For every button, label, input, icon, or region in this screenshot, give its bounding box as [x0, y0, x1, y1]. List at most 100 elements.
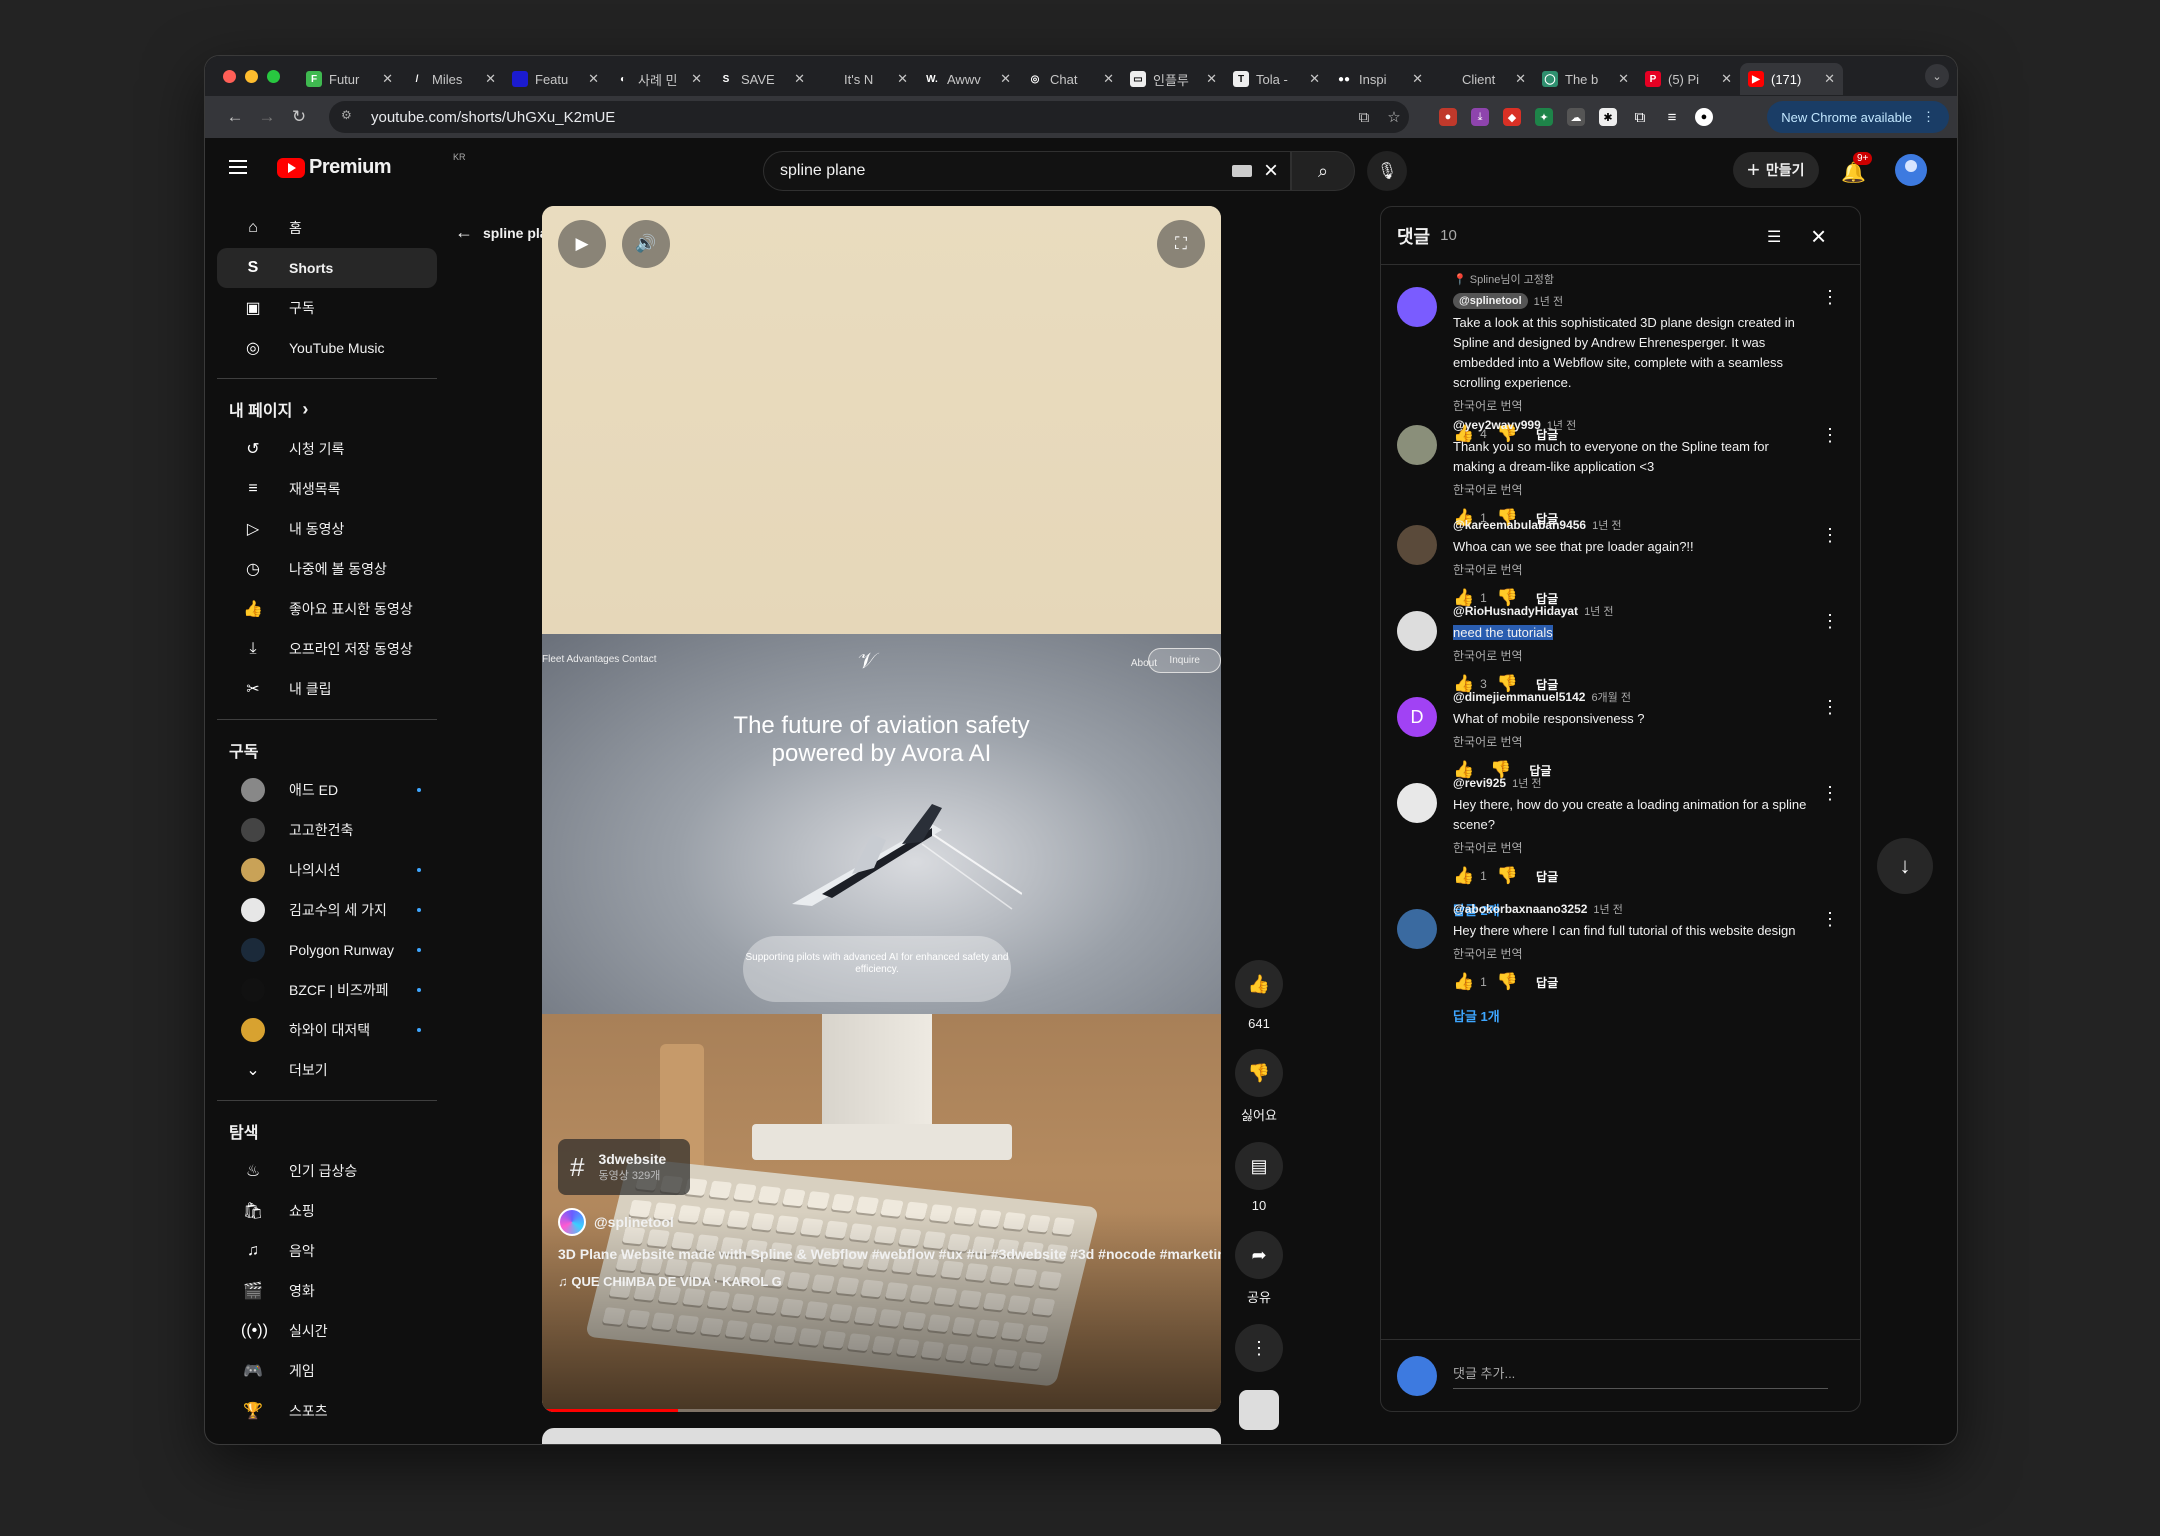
- forward-arrow-icon[interactable]: →: [251, 107, 283, 127]
- tab-close-icon[interactable]: ✕: [1412, 71, 1423, 87]
- sidebar-item[interactable]: ⤓ 오프라인 저장 동영상: [217, 629, 437, 669]
- translate-link[interactable]: 한국어로 번역: [1453, 839, 1813, 856]
- sidebar-item[interactable]: 🎬 영화: [217, 1271, 437, 1311]
- sidebar-item[interactable]: S Shorts: [217, 248, 437, 288]
- subscription-item[interactable]: 하와이 대저택: [217, 1010, 437, 1050]
- site-settings-icon[interactable]: ⚙: [341, 108, 359, 126]
- tab-close-icon[interactable]: ✕: [1206, 71, 1217, 87]
- account-avatar[interactable]: [1895, 154, 1927, 186]
- extension-shield-icon[interactable]: ◆: [1503, 108, 1521, 126]
- sidebar-item[interactable]: ✂ 내 클립: [217, 669, 437, 709]
- sidebar-item[interactable]: ◷ 나중에 볼 동영상: [217, 549, 437, 589]
- subscription-item[interactable]: 고고한건축: [217, 810, 437, 850]
- minimize-window-button[interactable]: [245, 69, 258, 83]
- channel-avatar[interactable]: [558, 1208, 586, 1236]
- subscription-item[interactable]: 나의시선: [217, 850, 437, 890]
- translate-link[interactable]: 한국어로 번역: [1453, 945, 1813, 962]
- tab-close-icon[interactable]: ✕: [1515, 71, 1526, 87]
- address-bar[interactable]: ⚙ youtube.com/shorts/UhGXu_K2mUE ⧉ ☆: [329, 101, 1409, 133]
- search-value[interactable]: spline plane: [780, 162, 1232, 180]
- sidebar-item[interactable]: ≡ 재생목록: [217, 469, 437, 509]
- tab-search-button[interactable]: ⌄: [1925, 64, 1949, 88]
- reply-button[interactable]: 답글: [1536, 974, 1558, 991]
- sidebar-item[interactable]: ⌂ 홈: [217, 208, 437, 248]
- tab-close-icon[interactable]: ✕: [1103, 71, 1114, 87]
- extension-purple-icon[interactable]: ⤓: [1471, 108, 1489, 126]
- clear-search-icon[interactable]: ×: [1264, 157, 1278, 185]
- youtube-premium-logo[interactable]: Premium KR: [277, 152, 466, 179]
- comment-avatar[interactable]: [1397, 287, 1437, 327]
- reply-button[interactable]: 답글: [1536, 868, 1558, 885]
- comment-time[interactable]: 1년 전: [1512, 775, 1541, 791]
- reload-icon[interactable]: ↻: [283, 107, 315, 127]
- back-arrow-icon[interactable]: ←: [219, 107, 251, 127]
- sidebar-item[interactable]: ▷ 내 동영상: [217, 509, 437, 549]
- close-window-button[interactable]: [223, 69, 236, 83]
- tab-close-icon[interactable]: ✕: [1000, 71, 1011, 87]
- comment-time[interactable]: 1년 전: [1584, 603, 1613, 619]
- browser-tab[interactable]: / Miles ✕: [401, 63, 504, 95]
- comment-author[interactable]: @abokorbaxnaano3252: [1453, 902, 1587, 916]
- comments-button[interactable]: ▤: [1235, 1142, 1283, 1190]
- sidebar-item[interactable]: ♫ 음악: [217, 1231, 437, 1271]
- browser-tab[interactable]: ◯ The b ✕: [1534, 63, 1637, 95]
- more-vertical-icon[interactable]: ⋮: [1821, 525, 1839, 546]
- tab-close-icon[interactable]: ✕: [794, 71, 805, 87]
- profile-icon[interactable]: ●: [1695, 108, 1713, 126]
- menu-hamburger-icon[interactable]: [229, 160, 247, 174]
- extension-red-icon[interactable]: ●: [1439, 108, 1457, 126]
- notifications-bell-icon[interactable]: 🔔 9+: [1841, 152, 1873, 185]
- browser-tab[interactable]: P (5) Pi ✕: [1637, 63, 1740, 95]
- subscription-item[interactable]: 애드 ED: [217, 770, 437, 810]
- thumbs-down-icon[interactable]: 👎: [1497, 866, 1518, 886]
- mute-button[interactable]: 🔊: [622, 220, 670, 268]
- sidebar-item[interactable]: 🛍 쇼핑: [217, 1191, 437, 1231]
- comment-avatar[interactable]: [1397, 783, 1437, 823]
- next-video-button[interactable]: ↓: [1877, 838, 1933, 894]
- comment-time[interactable]: 1년 전: [1534, 293, 1563, 309]
- create-button[interactable]: + 만들기: [1733, 152, 1819, 188]
- sidebar-item[interactable]: ((•)) 실시간: [217, 1311, 437, 1351]
- chrome-update-button[interactable]: New Chrome available ⋮: [1767, 101, 1949, 133]
- browser-tab[interactable]: It's N ✕: [813, 63, 916, 95]
- fullscreen-button[interactable]: ⛶: [1157, 220, 1205, 268]
- sidebar-item[interactable]: ♨ 인기 급상승: [217, 1151, 437, 1191]
- browser-tab[interactable]: W. Awwv ✕: [916, 63, 1019, 95]
- dislike-button[interactable]: 👎: [1235, 1049, 1283, 1097]
- like-button[interactable]: 👍: [1235, 960, 1283, 1008]
- comment-avatar[interactable]: D: [1397, 697, 1437, 737]
- comment-avatar[interactable]: [1397, 525, 1437, 565]
- tab-close-icon[interactable]: ✕: [485, 71, 496, 87]
- comment-time[interactable]: 1년 전: [1593, 901, 1622, 917]
- thumbs-up-icon[interactable]: 👍: [1453, 866, 1474, 886]
- extension-white-icon[interactable]: ✱: [1599, 108, 1617, 126]
- comment-author[interactable]: @yey2wavy999: [1453, 418, 1541, 432]
- sound-thumbnail[interactable]: [1239, 1390, 1279, 1430]
- install-app-icon[interactable]: ⧉: [1349, 109, 1379, 126]
- subscription-item[interactable]: BZCF | 비즈까페: [217, 970, 437, 1010]
- translate-link[interactable]: 한국어로 번역: [1453, 561, 1813, 578]
- close-icon[interactable]: ×: [1811, 221, 1826, 252]
- extensions-puzzle-icon[interactable]: ⧉: [1631, 108, 1649, 126]
- bookmark-star-icon[interactable]: ☆: [1379, 108, 1409, 126]
- comment-time[interactable]: 6개월 전: [1591, 689, 1631, 705]
- comment-author[interactable]: @splinetool: [1453, 293, 1528, 309]
- channel-link[interactable]: @splinetool: [558, 1208, 674, 1236]
- keyboard-icon[interactable]: [1231, 165, 1252, 177]
- comment-time[interactable]: 1년 전: [1592, 517, 1621, 533]
- sidebar-more[interactable]: ⌄ 더보기: [217, 1050, 437, 1090]
- tab-close-icon[interactable]: ✕: [897, 71, 908, 87]
- search-button[interactable]: ⌕: [1291, 151, 1355, 191]
- sort-icon[interactable]: ☰: [1767, 227, 1781, 247]
- sidebar-item[interactable]: ▣ 구독: [217, 288, 437, 328]
- voice-search-button[interactable]: 🎙: [1367, 151, 1407, 191]
- browser-tab[interactable]: ◐ 사례 민 ✕: [607, 63, 710, 95]
- subscription-item[interactable]: Polygon Runway: [217, 930, 437, 970]
- tab-close-icon[interactable]: ✕: [1824, 71, 1835, 87]
- tab-close-icon[interactable]: ✕: [691, 71, 702, 87]
- translate-link[interactable]: 한국어로 번역: [1453, 647, 1813, 664]
- next-short-preview[interactable]: [542, 1428, 1221, 1444]
- tab-close-icon[interactable]: ✕: [382, 71, 393, 87]
- subscription-item[interactable]: 김교수의 세 가지: [217, 890, 437, 930]
- comment-author[interactable]: @kareemabulaban9456: [1453, 518, 1586, 532]
